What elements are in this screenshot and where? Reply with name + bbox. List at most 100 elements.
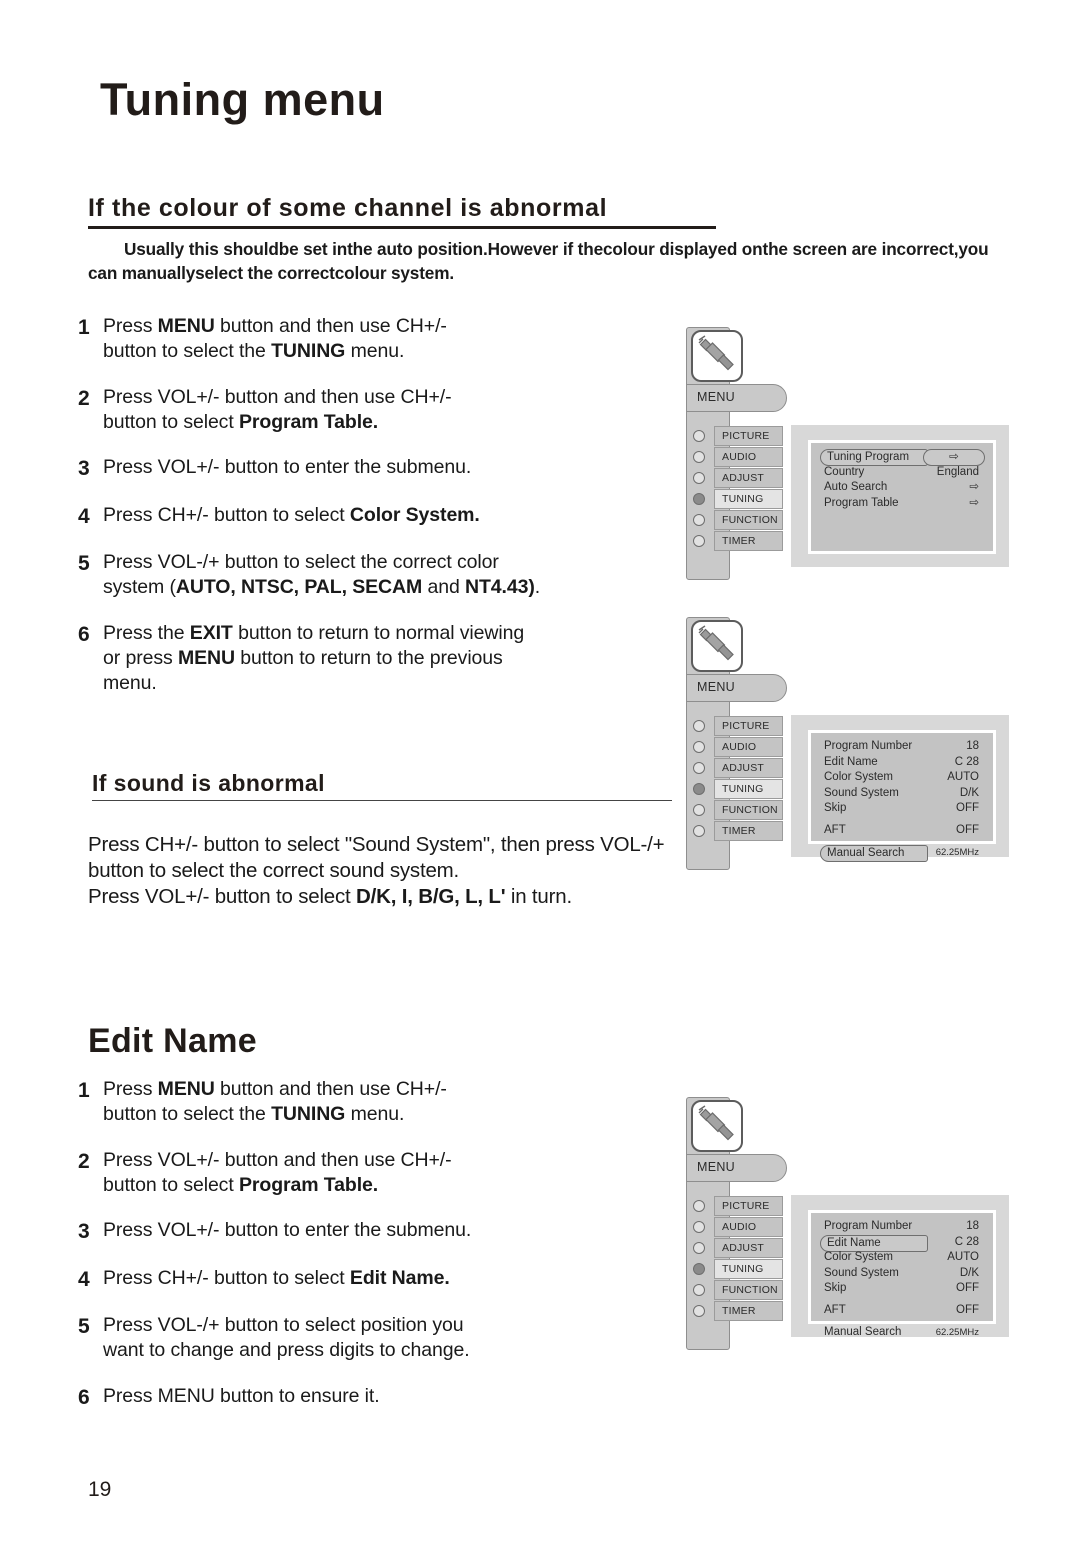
osd-row-value: ⇨ (923, 449, 985, 466)
step-emphasis: Program Table. (238, 1174, 379, 1197)
osd-menu-item-function[interactable]: FUNCTION (691, 1280, 783, 1301)
osd-row[interactable]: Program Number 18 (820, 1219, 985, 1235)
step-run: system ( (103, 576, 176, 599)
radio-icon (693, 825, 705, 837)
osd-menu-item-adjust[interactable]: ADJUST (691, 758, 783, 779)
osd-screen: Program Number 18 Edit Name C 28 Color Syste… (791, 1195, 1009, 1338)
step-run: button to select (103, 1174, 239, 1197)
osd-row-value: D/K (959, 786, 979, 799)
osd-screen-inner: Program Number 18 Edit Name C 28 Color Syste… (808, 730, 996, 862)
radio-icon (693, 451, 705, 463)
osd-menu-item-list: PICTURE AUDIO ADJUST TUNING FUNCTION TIMER (691, 716, 783, 842)
osd-row[interactable]: Tuning Program ⇨ (820, 449, 985, 466)
osd-screen: Program Number 18 Edit Name C 28 Color Syste… (791, 715, 1009, 862)
osd-menu-tab[interactable]: MENU (686, 1154, 787, 1182)
osd-row[interactable]: Color System AUTO (820, 770, 985, 786)
osd-row[interactable]: Program Number 18 (820, 739, 985, 755)
osd-row[interactable]: Program Table ⇨ (820, 496, 985, 512)
osd-menu-item-label: TUNING (714, 489, 783, 509)
osd-menu-item-picture[interactable]: PICTURE (691, 1196, 783, 1217)
osd-menu-item-tuning[interactable]: TUNING (691, 1259, 783, 1280)
osd-row-label: Manual Search (824, 1326, 902, 1338)
step-run: Press VOL+/- button to enter the submenu… (103, 1219, 472, 1242)
osd-row-value: C 28 (954, 1235, 979, 1248)
osd-row[interactable]: Edit Name C 28 (820, 1234, 985, 1252)
step-emphasis: MENU (157, 1078, 215, 1100)
osd-menu-item-tuning[interactable]: TUNING (691, 779, 783, 800)
osd-menu-item-label: TUNING (714, 779, 783, 799)
osd-row[interactable]: Manual Search 62.25MHz (820, 845, 985, 867)
osd-menu-item-audio[interactable]: AUDIO (691, 737, 783, 758)
heading-rule (92, 800, 672, 801)
osd-menu-item-timer[interactable]: TIMER (691, 1301, 783, 1322)
osd-row[interactable]: Sound System D/K (820, 1266, 985, 1282)
step-text: Press VOL+/- button and then use CH+/- bu… (100, 385, 678, 436)
osd-menu-item-picture[interactable]: PICTURE (691, 716, 783, 737)
step-text: Press VOL-/+ button to select position y… (100, 1313, 678, 1364)
step-run: Press VOL+/- button and then use CH+/- (103, 385, 452, 408)
osd-screen-inner: Program Number 18 Edit Name C 28 Color Syste… (808, 1210, 996, 1338)
osd-row-list: Program Number 18 Edit Name C 28 Color Syste… (820, 1219, 985, 1347)
osd-row-label: Skip (824, 802, 847, 814)
tuner-plug-glyph (698, 1105, 734, 1141)
step-run: and (422, 576, 466, 599)
osd-row[interactable]: Manual Search 62.25MHz (820, 1325, 985, 1347)
osd-menu-item-adjust[interactable]: ADJUST (691, 468, 783, 489)
step-run: want to change and press digits to chang… (103, 1339, 470, 1362)
radio-icon (693, 1200, 705, 1212)
osd-menu-item-adjust[interactable]: ADJUST (691, 1238, 783, 1259)
osd-row[interactable]: AFT OFF (820, 823, 985, 845)
osd-menu-item-label: ADJUST (714, 758, 783, 778)
osd-row[interactable]: Skip OFF (820, 1281, 985, 1303)
osd-menu-item-label: FUNCTION (714, 800, 783, 820)
osd-row[interactable]: AFT OFF (820, 1303, 985, 1325)
osd-row-value: 18 (966, 740, 979, 752)
osd-row-label: Tuning Program (820, 449, 928, 466)
osd-row-value: ⇨ (969, 481, 979, 493)
osd-row-label: Skip (824, 1282, 847, 1294)
osd-menu-item-timer[interactable]: TIMER (691, 821, 783, 842)
step-run: Press CH+/- button to select (103, 503, 350, 526)
step-item: 1 Press MENU button and then use CH+/- but… (78, 1077, 678, 1128)
section-heading-sound: If sound is abnormal (92, 770, 672, 801)
step-item: 3 Press VOL+/- button to enter the submen… (78, 1218, 678, 1245)
step-number: 5 (78, 1314, 90, 1338)
osd-menu-item-function[interactable]: FUNCTION (691, 800, 783, 821)
step-emphasis: EXIT (189, 621, 233, 644)
step-number: 5 (78, 551, 90, 575)
osd-row-list: Tuning Program ⇨ Country England Auto Search… (820, 449, 985, 511)
section-heading-editname: Edit Name (88, 1022, 257, 1061)
osd-row[interactable]: Skip OFF (820, 801, 985, 823)
step-run: . (534, 576, 541, 599)
osd-row-value: C 28 (954, 755, 979, 768)
section-heading-editname-text: Edit Name (88, 1022, 257, 1060)
step-run: menu. (345, 1103, 405, 1126)
step-number: 2 (78, 386, 90, 410)
osd-menu-item-tuning[interactable]: TUNING (691, 489, 783, 510)
osd-row[interactable]: Auto Search ⇨ (820, 480, 985, 496)
colour-intro-paragraph: Usually this shouldbe set inthe auto pos… (88, 239, 989, 283)
osd-screen: Tuning Program ⇨ Country England Auto Search… (791, 425, 1009, 567)
step-item: 5 Press VOL-/+ button to select the corre… (78, 550, 678, 601)
osd-menu-item-label: TIMER (714, 821, 783, 841)
sound-paragraph-line2-c: in turn. (505, 885, 572, 909)
osd-menu-item-audio[interactable]: AUDIO (691, 447, 783, 468)
step-run: button and then use CH+/- (214, 1078, 447, 1100)
step-emphasis: Edit Name. (349, 1266, 450, 1289)
osd-menu-item-label: AUDIO (714, 737, 783, 757)
osd-row-label: Country (824, 465, 865, 478)
osd-menu-item-picture[interactable]: PICTURE (691, 426, 783, 447)
osd-row[interactable]: Sound System D/K (820, 786, 985, 802)
step-run: Press (103, 1078, 158, 1100)
osd-row-label: AFT (824, 1304, 846, 1316)
step-text: Press CH+/- button to select Edit Name. (100, 1266, 678, 1293)
osd-row[interactable]: Color System AUTO (820, 1250, 985, 1266)
osd-row[interactable]: Edit Name C 28 (820, 755, 985, 771)
osd-menu-item-timer[interactable]: TIMER (691, 531, 783, 552)
osd-menu-tab[interactable]: MENU (686, 674, 787, 702)
step-number: 4 (78, 1267, 90, 1291)
osd-menu-item-function[interactable]: FUNCTION (691, 510, 783, 531)
osd-menu-item-audio[interactable]: AUDIO (691, 1217, 783, 1238)
osd-row[interactable]: Country England (820, 465, 985, 481)
osd-menu-tab[interactable]: MENU (686, 384, 787, 412)
